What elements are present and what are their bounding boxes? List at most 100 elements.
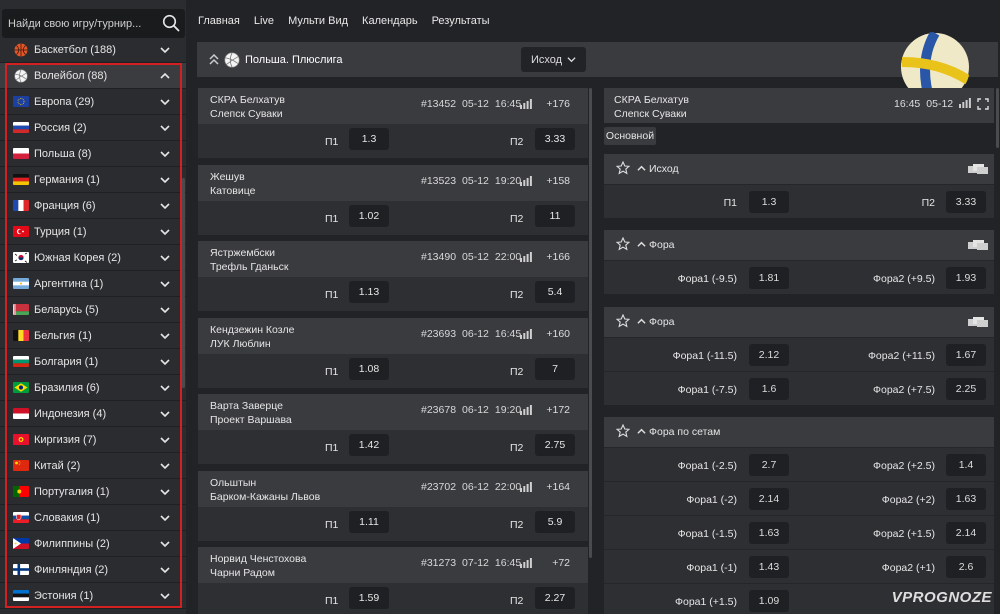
outcome-1-odd-button[interactable]: 1.43 [749, 556, 789, 578]
chevron-down-icon[interactable] [160, 539, 170, 549]
nav-results[interactable]: Результаты [432, 15, 490, 31]
sidebar-item-country[interactable]: Индонезия (4) [0, 401, 186, 427]
more-markets-link[interactable]: +72 [552, 557, 570, 569]
outcome-1-odd-button[interactable]: 2.14 [749, 488, 789, 510]
sidebar-item-country[interactable]: Франция (6) [0, 193, 186, 219]
p2-odd-button[interactable]: 11 [535, 204, 575, 227]
match-card[interactable]: Ястржембски Трефль Гданьск #13490 05-12 22:0… [198, 241, 588, 311]
search-input[interactable] [8, 15, 156, 32]
sidebar-item-country[interactable]: Португалия (1) [0, 479, 186, 505]
stats-icon[interactable] [959, 98, 972, 108]
chevron-up-icon[interactable] [637, 427, 646, 439]
market-header[interactable]: Фора [604, 230, 994, 260]
more-markets-link[interactable]: +176 [546, 98, 570, 110]
p1-odd-button[interactable]: 1.42 [349, 434, 389, 456]
chevron-down-icon[interactable] [160, 149, 170, 159]
chevron-down-icon[interactable] [160, 305, 170, 315]
chevron-down-icon[interactable] [160, 201, 170, 211]
sidebar-item-volleyball[interactable]: Волейбол (88) [0, 63, 186, 89]
p2-odd-button[interactable]: 5.4 [535, 281, 575, 303]
market-select[interactable]: Исход [521, 47, 586, 72]
league-title-group[interactable]: Польша. Плюслига [209, 52, 343, 68]
tab-main[interactable]: Основной [604, 127, 656, 145]
match-header[interactable]: Ольштын Барком-Кажаны Львов #23702 06-12 22:… [198, 470, 588, 507]
chevron-down-icon[interactable] [160, 383, 170, 393]
nav-live[interactable]: Live [254, 15, 274, 31]
stats-icon[interactable] [520, 328, 532, 342]
chevron-down-icon[interactable] [160, 591, 170, 601]
outcome-1-odd-button[interactable]: 2.7 [749, 454, 789, 476]
sidebar-item-country[interactable]: Аргентина (1) [0, 271, 186, 297]
more-markets-link[interactable]: +160 [546, 328, 570, 340]
outcome-2-odd-button[interactable]: 1.63 [946, 488, 986, 510]
nav-home[interactable]: Главная [198, 15, 240, 31]
match-header[interactable]: Жешув Катовице #13523 05-12 19:20 +158 [198, 164, 588, 201]
chevron-up-icon[interactable] [637, 317, 646, 329]
favorite-star-icon[interactable] [615, 313, 631, 331]
outcome-2-odd-button[interactable]: 1.93 [946, 267, 986, 289]
match-card[interactable]: Норвид Ченстохова Чарни Радом #31273 07-12 1… [198, 547, 588, 614]
sidebar-item-country[interactable]: Бразилия (6) [0, 375, 186, 401]
match-header[interactable]: Кендзежин Козле ЛУК Люблин #23693 06-12 16:4… [198, 317, 588, 354]
match-header[interactable]: Норвид Ченстохова Чарни Радом #31273 07-12 1… [198, 547, 588, 583]
market-header[interactable]: Исход [604, 154, 994, 184]
more-markets-link[interactable]: +164 [546, 481, 570, 493]
outcome-2-odd-button[interactable]: 2.14 [946, 522, 986, 544]
chevron-down-icon[interactable] [160, 513, 170, 523]
market-header[interactable]: Фора по сетам [604, 417, 994, 447]
match-card[interactable]: Кендзежин Козле ЛУК Люблин #23693 06-12 16:4… [198, 317, 588, 388]
more-markets-link[interactable]: +166 [546, 251, 570, 263]
sidebar-item-country[interactable]: Филиппины (2) [0, 531, 186, 557]
sidebar-item-country[interactable]: Киргизия (7) [0, 427, 186, 453]
market-header[interactable]: Фора [604, 307, 994, 337]
sidebar-item-country[interactable]: Германия (1) [0, 167, 186, 193]
nav-calendar[interactable]: Календарь [362, 15, 418, 31]
stats-icon[interactable] [520, 481, 532, 495]
outcome-1-odd-button[interactable]: 1.3 [749, 191, 789, 213]
detail-scrollbar[interactable] [996, 88, 999, 148]
chevron-down-icon[interactable] [160, 409, 170, 419]
p2-odd-button[interactable]: 3.33 [535, 128, 575, 150]
outcome-2-odd-button[interactable]: 2.6 [946, 556, 986, 578]
match-card[interactable]: Жешув Катовице #13523 05-12 19:20 +158 П1 1.02 П… [198, 164, 588, 235]
outcome-2-odd-button[interactable]: 2.25 [946, 378, 986, 400]
search-icon[interactable] [161, 13, 181, 33]
chevron-down-icon[interactable] [160, 123, 170, 133]
chevron-down-icon[interactable] [160, 487, 170, 497]
p1-odd-button[interactable]: 1.3 [349, 128, 389, 150]
chevron-down-icon[interactable] [160, 97, 170, 107]
chevron-down-icon[interactable] [160, 45, 170, 55]
chevron-down-icon[interactable] [160, 279, 170, 289]
chevron-down-icon[interactable] [160, 565, 170, 575]
sidebar-item-country[interactable]: Польша (8) [0, 141, 186, 167]
outcome-2-odd-button[interactable]: 1.4 [946, 454, 986, 476]
chevron-up-icon[interactable] [637, 240, 646, 252]
chevron-down-icon[interactable] [160, 357, 170, 367]
match-card[interactable]: Варта Заверце Проект Варшава #23678 06-12 19… [198, 394, 588, 464]
sidebar-item-country[interactable]: Эстония (1) [0, 583, 186, 609]
chevron-down-icon[interactable] [160, 461, 170, 471]
favorite-star-icon[interactable] [615, 236, 631, 254]
stats-icon[interactable] [520, 405, 532, 418]
outcome-2-odd-button[interactable]: 3.33 [946, 191, 986, 213]
match-header[interactable]: Варта Заверце Проект Варшава #23678 06-12 19… [198, 394, 588, 430]
p1-odd-button[interactable]: 1.08 [349, 357, 389, 380]
sidebar-item-country[interactable]: Китай (2) [0, 453, 186, 479]
favorite-star-icon[interactable] [615, 423, 631, 441]
sidebar-item-country[interactable]: Словакия (1) [0, 505, 186, 531]
chevron-down-icon[interactable] [160, 253, 170, 263]
nav-multiview[interactable]: Мульти Вид [288, 15, 348, 31]
sidebar-item-country[interactable]: Беларусь (5) [0, 297, 186, 323]
outcome-1-odd-button[interactable]: 2.12 [749, 344, 789, 366]
stats-icon[interactable] [520, 99, 532, 112]
stats-icon[interactable] [520, 175, 532, 189]
chevron-up-icon[interactable] [160, 71, 170, 81]
match-list-scrollbar[interactable] [589, 88, 592, 558]
chevron-up-icon[interactable] [637, 164, 646, 176]
sidebar-scrollbar[interactable] [182, 178, 185, 388]
outcome-1-odd-button[interactable]: 1.09 [749, 590, 789, 612]
chevron-down-icon[interactable] [160, 227, 170, 237]
sidebar-item-country[interactable]: Россия (2) [0, 115, 186, 141]
double-chevron-up-icon[interactable] [209, 54, 219, 66]
p2-odd-button[interactable]: 2.75 [535, 434, 575, 456]
